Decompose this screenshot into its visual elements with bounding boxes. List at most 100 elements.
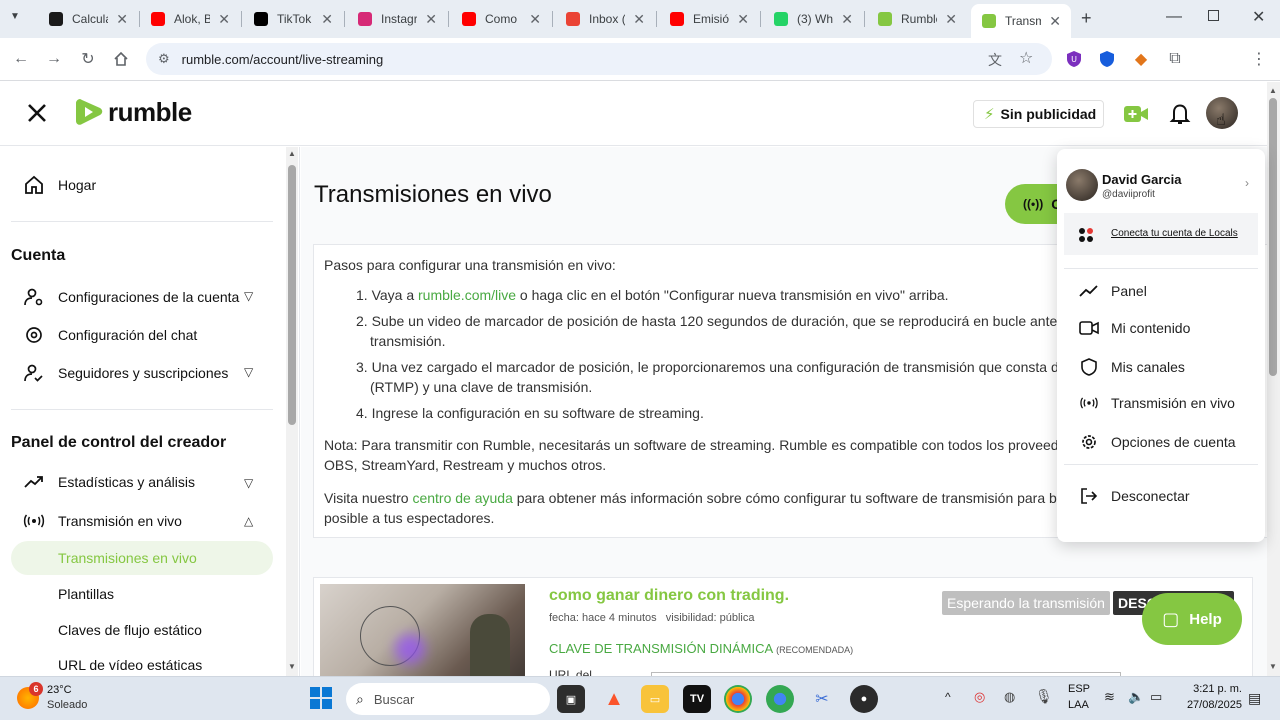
chevron-down-icon[interactable]: ▽ — [244, 289, 253, 303]
close-tab-icon[interactable]: ✕ — [321, 11, 333, 28]
scroll-thumb[interactable] — [288, 165, 296, 425]
close-tab-icon[interactable]: ✕ — [737, 11, 749, 28]
sidebar-item-followers[interactable]: Seguidores y suscripciones — [22, 363, 228, 383]
close-tab-icon[interactable]: ✕ — [841, 11, 853, 28]
extensions-puzzle-icon[interactable]: ⧉ — [1164, 48, 1186, 70]
sidebar-subitem-templates[interactable]: Plantillas — [58, 586, 114, 602]
rumble-live-link[interactable]: rumble.com/live — [418, 287, 516, 303]
chevron-right-icon[interactable]: › — [1245, 176, 1249, 190]
new-tab-button[interactable]: + — [1081, 8, 1092, 29]
volume-icon[interactable]: 🔈 — [1128, 689, 1144, 705]
address-bar[interactable]: ⚙ rumble.com/account/live-streaming 文 ☆ — [146, 43, 1052, 75]
notifications-bell-icon[interactable] — [1169, 102, 1191, 131]
browser-tab[interactable]: Transm ✕ — [971, 4, 1071, 38]
close-tab-icon[interactable]: ✕ — [633, 11, 645, 28]
chrome-profile-icon[interactable] — [766, 685, 794, 713]
chevron-up-icon[interactable]: △ — [244, 514, 253, 528]
sidebar-subitem-static-urls[interactable]: URL de vídeo estáticas — [58, 657, 202, 673]
close-tab-icon[interactable]: ✕ — [218, 11, 230, 28]
back-icon[interactable]: ← — [10, 48, 32, 70]
page-scrollbar[interactable]: ▲ ▼ — [1267, 82, 1280, 676]
site-info-icon[interactable]: ⚙ — [158, 51, 170, 67]
file-explorer-icon[interactable]: ▭ — [641, 685, 669, 713]
sidebar-item-live-streaming[interactable]: Transmisión en vivo — [22, 513, 182, 529]
rumble-logo[interactable]: rumble — [74, 96, 192, 128]
clock-date[interactable]: 27/08/2025 — [1180, 699, 1242, 711]
home-icon[interactable] — [110, 48, 132, 70]
locals-connect-row[interactable]: Conecta tu cuenta de Locals — [1064, 213, 1258, 255]
bookmark-star-icon[interactable]: ☆ — [1019, 48, 1033, 68]
browser-tab[interactable]: Calcula ✕ — [38, 4, 138, 34]
browser-tab[interactable]: Inbox (✕ — [555, 4, 655, 34]
forward-icon[interactable]: → — [43, 48, 65, 70]
taskbar-search[interactable]: ⌕ Buscar — [346, 683, 550, 715]
browser-tab[interactable]: TikTok ✕ — [243, 4, 343, 34]
close-tab-icon[interactable]: ✕ — [945, 11, 957, 28]
browser-tab[interactable]: (3) Wha ✕ — [763, 4, 863, 34]
sidebar-item-home[interactable]: Hogar — [22, 175, 96, 195]
sidebar-subitem-static-keys[interactable]: Claves de flujo estático — [58, 622, 202, 638]
menu-item-my-content[interactable]: Mi contenido — [1079, 320, 1190, 336]
browser-tab[interactable]: Como F ✕ — [451, 4, 551, 34]
browser-menu-icon[interactable]: ⋮ — [1248, 48, 1270, 70]
menu-item-logout[interactable]: Desconectar — [1079, 488, 1190, 504]
tray-app-icon-2[interactable]: ◍ — [1004, 689, 1015, 705]
stream-thumbnail[interactable] — [320, 584, 525, 677]
tradingview-icon[interactable]: TV — [683, 685, 711, 713]
help-center-link[interactable]: centro de ayuda — [412, 490, 512, 506]
stream-title[interactable]: como ganar dinero con trading. — [549, 587, 789, 605]
ad-free-button[interactable]: ⚡ Sin publicidad — [973, 100, 1104, 128]
sidebar-item-account-settings[interactable]: Configuraciones de la cuenta — [22, 287, 239, 307]
browser-tab[interactable]: Rumble ✕ — [867, 4, 967, 34]
browser-tab[interactable]: Instagr ✕ — [347, 4, 447, 34]
chevron-down-icon[interactable]: ▽ — [244, 365, 253, 379]
menu-item-live-streaming[interactable]: Transmisión en vivo — [1079, 395, 1235, 411]
chevron-down-icon[interactable]: ▽ — [244, 476, 253, 490]
close-menu-icon[interactable] — [26, 102, 48, 129]
scroll-up-icon[interactable]: ▲ — [1269, 86, 1277, 95]
close-window-icon[interactable]: ✕ — [1252, 7, 1265, 27]
scroll-up-icon[interactable]: ▲ — [288, 149, 296, 158]
minimize-icon[interactable]: — — [1166, 8, 1182, 26]
maximize-icon[interactable] — [1208, 10, 1219, 21]
scroll-thumb[interactable] — [1269, 98, 1277, 376]
menu-item-my-channels[interactable]: Mis canales — [1079, 358, 1185, 376]
tab-search-icon[interactable]: ▼ — [10, 11, 20, 22]
bitwarden-extension-icon[interactable] — [1096, 48, 1118, 70]
sidebar-item-chat-settings[interactable]: Configuración del chat — [22, 325, 197, 345]
sidebar-item-analytics[interactable]: Estadísticas y análisis — [22, 474, 195, 490]
close-tab-icon[interactable]: ✕ — [425, 11, 437, 28]
menu-item-dashboard[interactable]: Panel — [1079, 283, 1147, 299]
microphone-icon[interactable]: 🎙 — [1035, 688, 1053, 705]
scroll-down-icon[interactable]: ▼ — [288, 662, 296, 671]
notification-center-icon[interactable]: ▤ — [1248, 690, 1261, 707]
close-tab-icon[interactable]: ✕ — [116, 11, 128, 28]
show-hidden-icons-chevron[interactable]: ^ — [945, 690, 951, 704]
sidebar-scrollbar[interactable]: ▲ ▼ — [286, 147, 298, 677]
language-indicator[interactable]: ESP — [1068, 683, 1090, 695]
task-view-icon[interactable]: ▣ — [557, 685, 585, 713]
metamask-extension-icon[interactable]: ◆ — [1130, 48, 1152, 70]
brave-browser-icon[interactable]: ▲ — [600, 685, 628, 713]
close-tab-icon[interactable]: ✕ — [529, 11, 541, 28]
wifi-icon[interactable]: ≋ — [1104, 689, 1115, 705]
keyboard-layout-indicator[interactable]: LAA — [1068, 699, 1089, 711]
go-live-camera-icon[interactable] — [1123, 104, 1149, 129]
user-name[interactable]: David Garcia — [1102, 172, 1182, 187]
sidebar-subitem-live-streams[interactable]: Transmisiones en vivo — [58, 550, 197, 566]
close-tab-icon[interactable]: ✕ — [1049, 13, 1061, 30]
browser-tab[interactable]: Alok, B ✕ — [140, 4, 240, 34]
browser-tab[interactable]: Emisión ✕ — [659, 4, 759, 34]
snipping-tool-icon[interactable]: ✂ — [808, 685, 836, 713]
tray-app-icon[interactable]: ◎ — [974, 689, 985, 705]
obs-studio-icon[interactable]: ● — [850, 685, 878, 713]
translate-icon[interactable]: 文 — [988, 50, 1002, 70]
clock-time[interactable]: 3:21 p. m. — [1180, 683, 1242, 695]
menu-item-account-options[interactable]: Opciones de cuenta — [1079, 433, 1236, 451]
shield-extension-icon[interactable]: U — [1063, 48, 1085, 70]
chrome-icon[interactable] — [724, 685, 752, 713]
help-widget-button[interactable]: ▢ Help — [1142, 593, 1242, 645]
battery-icon[interactable]: ▭ — [1150, 689, 1162, 705]
scroll-down-icon[interactable]: ▼ — [1269, 662, 1277, 671]
windows-start-icon[interactable] — [310, 687, 332, 714]
